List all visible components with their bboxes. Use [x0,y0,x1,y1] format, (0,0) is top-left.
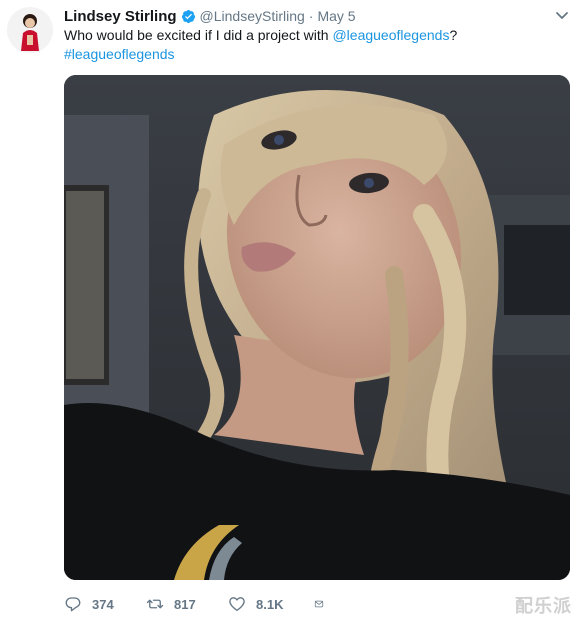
reply-count: 374 [92,596,114,612]
like-button[interactable]: 8.1K [228,595,314,613]
mention-link[interactable]: @leagueoflegends [332,27,449,43]
tweet-date[interactable]: May 5 [317,8,355,24]
verified-badge-icon [181,9,196,24]
author-handle[interactable]: @LindseyStirling [200,8,305,24]
hashtag-link[interactable]: #leagueoflegends [64,45,564,64]
reply-button[interactable]: 374 [64,595,146,613]
tweet-actions: 374 817 8.1K [64,594,334,614]
tweet-header: Lindsey Stirling @LindseyStirling · May … [64,6,550,26]
retweet-icon [146,599,164,609]
retweet-count: 817 [174,596,196,612]
envelope-icon [314,600,324,608]
avatar[interactable] [7,7,53,53]
heart-icon [229,597,245,612]
reply-icon [65,597,81,612]
tweet-photo[interactable] [64,75,570,580]
separator-dot: · [308,8,314,24]
direct-message-button[interactable] [314,595,334,613]
tweet-card[interactable]: Lindsey Stirling @LindseyStirling · May … [0,0,578,624]
tweet-text-before: Who would be excited if I did a project … [64,27,333,43]
chevron-down-icon[interactable] [554,7,570,23]
tweet-text: Who would be excited if I did a project … [64,26,564,64]
tweet-text-after: ? [449,27,458,43]
like-count: 8.1K [256,596,284,612]
retweet-button[interactable]: 817 [146,595,228,613]
author-name[interactable]: Lindsey Stirling [64,8,177,25]
watermark: 配乐派 [515,596,572,616]
